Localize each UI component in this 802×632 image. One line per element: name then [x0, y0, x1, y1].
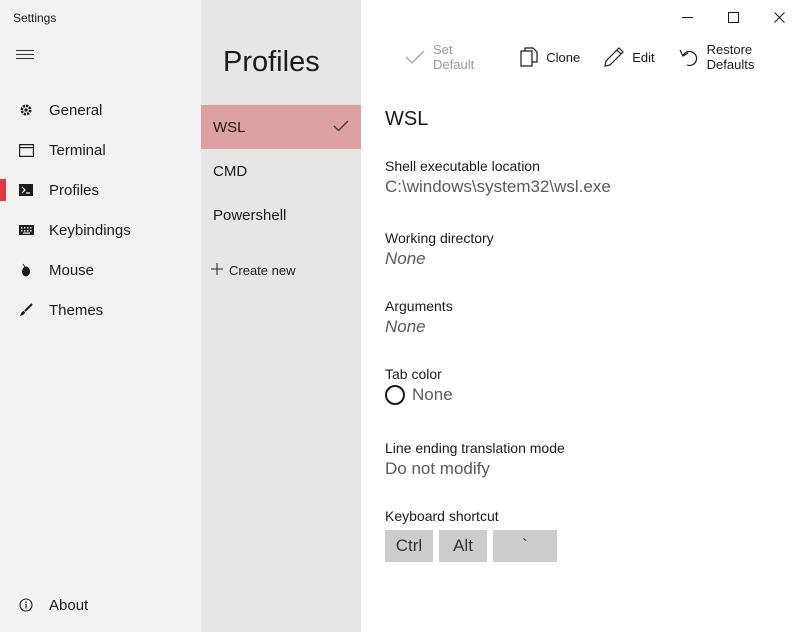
minimize-button[interactable] [664, 0, 710, 34]
profile-list: WSL CMD Powershell [201, 105, 361, 237]
close-button[interactable] [756, 0, 802, 34]
checkmark-icon [405, 49, 425, 65]
edit-button[interactable]: Edit [604, 47, 655, 67]
gear-icon [18, 102, 34, 118]
shortcut-key: Ctrl [385, 530, 433, 562]
window-icon [18, 142, 34, 158]
nav-item-profiles[interactable]: Profiles [0, 170, 201, 210]
set-default-label: Set Default [433, 42, 475, 72]
field-label: Tab color [385, 366, 442, 382]
nav-item-themes[interactable]: Themes [0, 290, 201, 330]
nav-item-label: General [49, 101, 103, 119]
tab-color-picker[interactable]: None [385, 385, 453, 405]
maximize-button[interactable] [710, 0, 756, 34]
profile-item-label: CMD [213, 162, 248, 180]
clone-label: Clone [546, 49, 581, 65]
profiles-pane: Profiles WSL CMD Powershell Create new [201, 0, 361, 632]
restore-defaults-button[interactable]: Restore Defaults [679, 42, 802, 72]
profile-item-wsl[interactable]: WSL [201, 105, 361, 149]
terminal-prompt-icon [18, 182, 34, 198]
field-label: Arguments [385, 298, 453, 314]
nav-item-general[interactable]: General [0, 90, 201, 130]
shortcut-key: Alt [439, 530, 487, 562]
edit-label: Edit [632, 49, 655, 65]
shortcut-key: ` [493, 530, 557, 562]
arguments-value[interactable]: None [385, 317, 453, 337]
minimize-icon [681, 16, 693, 18]
hamburger-menu-icon[interactable] [16, 50, 34, 64]
working-directory-value[interactable]: None [385, 249, 494, 269]
nav-item-label: Keybindings [49, 221, 131, 239]
nav-item-terminal[interactable]: Terminal [0, 130, 201, 170]
nav-item-label: Mouse [49, 261, 95, 279]
settings-window: Settings General Terminal Profiles Keybi… [0, 0, 802, 632]
profile-detail-pane: Set Default Clone Edit Restore Defaults [361, 0, 802, 632]
nav-item-mouse[interactable]: Mouse [0, 250, 201, 290]
window-title: Settings [13, 11, 57, 25]
tab-color-field: Tab color None [385, 366, 453, 405]
line-ending-field: Line ending translation mode Do not modi… [385, 440, 565, 479]
profile-name-heading: WSL [385, 108, 429, 130]
info-icon [18, 597, 34, 613]
profile-item-powershell[interactable]: Powershell [201, 193, 361, 237]
line-ending-value[interactable]: Do not modify [385, 459, 565, 479]
shell-location-field: Shell executable location C:\windows\sys… [385, 158, 611, 197]
keyboard-icon [18, 222, 34, 238]
page-title: Profiles [223, 46, 320, 78]
command-bar: Set Default Clone Edit Restore Defaults [405, 42, 802, 72]
clone-button[interactable]: Clone [520, 47, 580, 67]
nav-item-label: Themes [49, 301, 104, 319]
color-swatch-icon [385, 385, 405, 405]
field-label: Working directory [385, 230, 494, 246]
close-icon [773, 11, 785, 23]
field-label: Line ending translation mode [385, 440, 565, 456]
nav-list: General Terminal Profiles Keybindings Mo… [0, 90, 201, 330]
restore-defaults-label: Restore Defaults [706, 42, 755, 72]
nav-pane: Settings General Terminal Profiles Keybi… [0, 0, 201, 632]
shortcut-keys[interactable]: Ctrl Alt ` [385, 530, 563, 562]
keyboard-shortcut-field: Keyboard shortcut Ctrl Alt ` [385, 508, 563, 562]
nav-item-label: About [49, 596, 89, 614]
field-label: Shell executable location [385, 158, 540, 174]
arguments-field: Arguments None [385, 298, 453, 337]
profile-item-cmd[interactable]: CMD [201, 149, 361, 193]
shell-location-value[interactable]: C:\windows\system32\wsl.exe [385, 177, 611, 197]
pencil-icon [604, 47, 625, 67]
nav-item-label: Profiles [49, 181, 100, 199]
working-directory-field: Working directory None [385, 230, 494, 269]
undo-icon [679, 47, 699, 67]
checkmark-icon [333, 119, 349, 136]
set-default-button[interactable]: Set Default [405, 42, 496, 72]
maximize-icon [727, 11, 739, 23]
brush-icon [18, 302, 34, 318]
create-new-label: Create new [229, 263, 296, 278]
nav-item-label: Terminal [49, 141, 106, 159]
tab-color-value: None [412, 385, 453, 404]
nav-item-keybindings[interactable]: Keybindings [0, 210, 201, 250]
profile-item-label: Powershell [213, 206, 287, 224]
create-new-button[interactable]: Create new [211, 263, 295, 278]
nav-item-about[interactable]: About [0, 585, 201, 625]
nav-item-about-row[interactable]: About [0, 585, 201, 625]
profile-item-label: WSL [213, 118, 246, 136]
copy-icon [520, 47, 538, 67]
caption-buttons [664, 0, 802, 34]
mouse-icon [18, 262, 34, 278]
plus-icon [211, 263, 223, 278]
field-label: Keyboard shortcut [385, 508, 499, 524]
